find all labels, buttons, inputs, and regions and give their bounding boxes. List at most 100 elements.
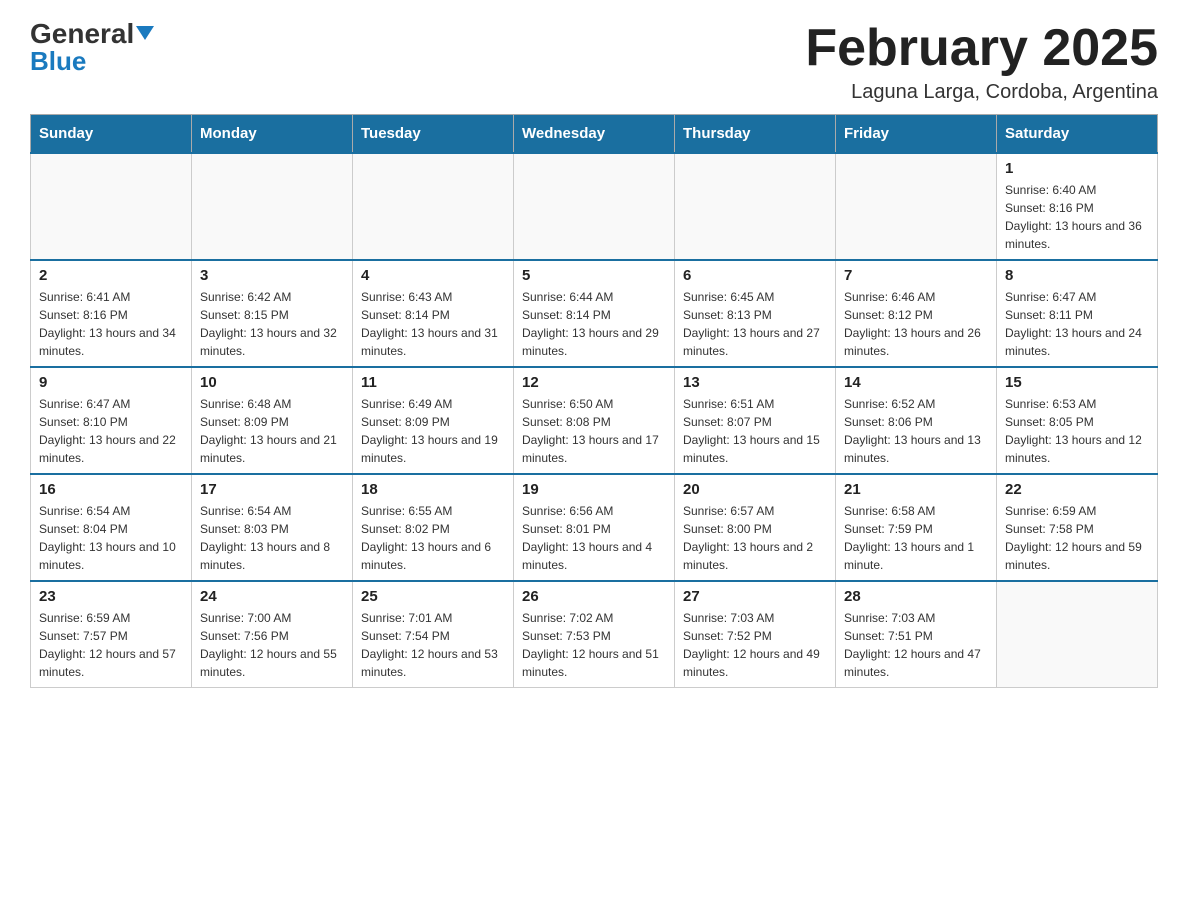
day-number: 26 — [522, 588, 666, 605]
day-info: Sunrise: 7:00 AM Sunset: 7:56 PM Dayligh… — [200, 609, 344, 681]
day-number: 21 — [844, 481, 988, 498]
calendar-cell: 25 Sunrise: 7:01 AM Sunset: 7:54 PM Dayli… — [353, 581, 514, 688]
day-info: Sunrise: 7:01 AM Sunset: 7:54 PM Dayligh… — [361, 609, 505, 681]
day-number: 1 — [1005, 160, 1149, 177]
logo-triangle-icon — [136, 26, 154, 40]
calendar-cell: 27Sunrise: 7:03 AM Sunset: 7:52 PM Dayli… — [675, 581, 836, 688]
calendar-cell: 19 Sunrise: 6:56 AM Sunset: 8:01 PM Dayli… — [514, 474, 675, 581]
logo-blue: Blue — [30, 46, 86, 77]
calendar-week-5: 23 Sunrise: 6:59 AM Sunset: 7:57 PM Dayli… — [31, 581, 1158, 688]
title-block: February 2025 Laguna Larga, Cordoba, Arg… — [805, 20, 1158, 104]
calendar-week-3: 9 Sunrise: 6:47 AM Sunset: 8:10 PM Daylig… — [31, 367, 1158, 474]
calendar-cell: 18 Sunrise: 6:55 AM Sunset: 8:02 PM Dayli… — [353, 474, 514, 581]
calendar-cell: 20Sunrise: 6:57 AM Sunset: 8:00 PM Dayli… — [675, 474, 836, 581]
day-info: Sunrise: 6:45 AM Sunset: 8:13 PM Dayligh… — [683, 288, 827, 360]
header-sunday: Sunday — [31, 115, 192, 154]
header-monday: Monday — [192, 115, 353, 154]
day-number: 17 — [200, 481, 344, 498]
day-number: 10 — [200, 374, 344, 391]
day-info: Sunrise: 6:55 AM Sunset: 8:02 PM Dayligh… — [361, 502, 505, 574]
day-number: 4 — [361, 267, 505, 284]
calendar-cell: 8 Sunrise: 6:47 AM Sunset: 8:11 PM Daylig… — [997, 260, 1158, 367]
calendar-cell: 14Sunrise: 6:52 AM Sunset: 8:06 PM Dayli… — [836, 367, 997, 474]
day-info: Sunrise: 6:58 AM Sunset: 7:59 PM Dayligh… — [844, 502, 988, 574]
calendar-cell: 23 Sunrise: 6:59 AM Sunset: 7:57 PM Dayli… — [31, 581, 192, 688]
calendar-cell: 24 Sunrise: 7:00 AM Sunset: 7:56 PM Dayli… — [192, 581, 353, 688]
day-number: 28 — [844, 588, 988, 605]
calendar-cell: 2 Sunrise: 6:41 AM Sunset: 8:16 PM Daylig… — [31, 260, 192, 367]
day-number: 16 — [39, 481, 183, 498]
day-number: 7 — [844, 267, 988, 284]
calendar-cell — [31, 153, 192, 260]
day-info: Sunrise: 6:50 AM Sunset: 8:08 PM Dayligh… — [522, 395, 666, 467]
calendar-title: February 2025 — [805, 20, 1158, 77]
day-info: Sunrise: 6:59 AM Sunset: 7:57 PM Dayligh… — [39, 609, 183, 681]
calendar-cell: 12 Sunrise: 6:50 AM Sunset: 8:08 PM Dayli… — [514, 367, 675, 474]
day-number: 24 — [200, 588, 344, 605]
day-info: Sunrise: 6:52 AM Sunset: 8:06 PM Dayligh… — [844, 395, 988, 467]
day-number: 20 — [683, 481, 827, 498]
calendar-cell: 4 Sunrise: 6:43 AM Sunset: 8:14 PM Daylig… — [353, 260, 514, 367]
header-friday: Friday — [836, 115, 997, 154]
calendar-cell: 5Sunrise: 6:44 AM Sunset: 8:14 PM Daylig… — [514, 260, 675, 367]
calendar-cell: 26Sunrise: 7:02 AM Sunset: 7:53 PM Dayli… — [514, 581, 675, 688]
calendar-cell: 10Sunrise: 6:48 AM Sunset: 8:09 PM Dayli… — [192, 367, 353, 474]
calendar-cell: 21 Sunrise: 6:58 AM Sunset: 7:59 PM Dayli… — [836, 474, 997, 581]
day-info: Sunrise: 6:49 AM Sunset: 8:09 PM Dayligh… — [361, 395, 505, 467]
calendar-week-1: 1Sunrise: 6:40 AM Sunset: 8:16 PM Daylig… — [31, 153, 1158, 260]
day-number: 22 — [1005, 481, 1149, 498]
calendar-week-4: 16 Sunrise: 6:54 AM Sunset: 8:04 PM Dayli… — [31, 474, 1158, 581]
day-number: 2 — [39, 267, 183, 284]
day-info: Sunrise: 6:51 AM Sunset: 8:07 PM Dayligh… — [683, 395, 827, 467]
day-number: 3 — [200, 267, 344, 284]
calendar-cell — [997, 581, 1158, 688]
day-number: 27 — [683, 588, 827, 605]
calendar-cell — [353, 153, 514, 260]
calendar-cell: 17 Sunrise: 6:54 AM Sunset: 8:03 PM Dayli… — [192, 474, 353, 581]
header-thursday: Thursday — [675, 115, 836, 154]
day-info: Sunrise: 6:43 AM Sunset: 8:14 PM Dayligh… — [361, 288, 505, 360]
calendar-cell: 28 Sunrise: 7:03 AM Sunset: 7:51 PM Dayli… — [836, 581, 997, 688]
day-number: 25 — [361, 588, 505, 605]
header-wednesday: Wednesday — [514, 115, 675, 154]
day-info: Sunrise: 6:46 AM Sunset: 8:12 PM Dayligh… — [844, 288, 988, 360]
calendar-cell — [836, 153, 997, 260]
day-info: Sunrise: 7:03 AM Sunset: 7:51 PM Dayligh… — [844, 609, 988, 681]
header-saturday: Saturday — [997, 115, 1158, 154]
day-info: Sunrise: 6:54 AM Sunset: 8:04 PM Dayligh… — [39, 502, 183, 574]
day-number: 19 — [522, 481, 666, 498]
calendar-cell: 15 Sunrise: 6:53 AM Sunset: 8:05 PM Dayli… — [997, 367, 1158, 474]
calendar-subtitle: Laguna Larga, Cordoba, Argentina — [805, 81, 1158, 104]
calendar-cell: 13Sunrise: 6:51 AM Sunset: 8:07 PM Dayli… — [675, 367, 836, 474]
day-info: Sunrise: 6:44 AM Sunset: 8:14 PM Dayligh… — [522, 288, 666, 360]
header-tuesday: Tuesday — [353, 115, 514, 154]
calendar-cell: 9 Sunrise: 6:47 AM Sunset: 8:10 PM Daylig… — [31, 367, 192, 474]
day-number: 8 — [1005, 267, 1149, 284]
calendar-cell: 22 Sunrise: 6:59 AM Sunset: 7:58 PM Dayli… — [997, 474, 1158, 581]
calendar-cell: 3 Sunrise: 6:42 AM Sunset: 8:15 PM Daylig… — [192, 260, 353, 367]
calendar-cell: 1Sunrise: 6:40 AM Sunset: 8:16 PM Daylig… — [997, 153, 1158, 260]
day-number: 23 — [39, 588, 183, 605]
day-number: 6 — [683, 267, 827, 284]
day-info: Sunrise: 6:53 AM Sunset: 8:05 PM Dayligh… — [1005, 395, 1149, 467]
day-number: 15 — [1005, 374, 1149, 391]
day-number: 9 — [39, 374, 183, 391]
day-info: Sunrise: 6:47 AM Sunset: 8:10 PM Dayligh… — [39, 395, 183, 467]
day-info: Sunrise: 6:54 AM Sunset: 8:03 PM Dayligh… — [200, 502, 344, 574]
calendar-header-row: SundayMondayTuesdayWednesdayThursdayFrid… — [31, 115, 1158, 154]
calendar-cell: 16 Sunrise: 6:54 AM Sunset: 8:04 PM Dayli… — [31, 474, 192, 581]
page-header: General Blue February 2025 Laguna Larga,… — [30, 20, 1158, 104]
calendar-week-2: 2 Sunrise: 6:41 AM Sunset: 8:16 PM Daylig… — [31, 260, 1158, 367]
day-info: Sunrise: 6:41 AM Sunset: 8:16 PM Dayligh… — [39, 288, 183, 360]
day-info: Sunrise: 6:42 AM Sunset: 8:15 PM Dayligh… — [200, 288, 344, 360]
calendar-cell: 11 Sunrise: 6:49 AM Sunset: 8:09 PM Dayli… — [353, 367, 514, 474]
day-number: 18 — [361, 481, 505, 498]
day-number: 11 — [361, 374, 505, 391]
day-info: Sunrise: 6:56 AM Sunset: 8:01 PM Dayligh… — [522, 502, 666, 574]
logo-general: General — [30, 20, 154, 48]
day-info: Sunrise: 6:59 AM Sunset: 7:58 PM Dayligh… — [1005, 502, 1149, 574]
day-info: Sunrise: 6:47 AM Sunset: 8:11 PM Dayligh… — [1005, 288, 1149, 360]
calendar-cell — [675, 153, 836, 260]
logo: General Blue — [30, 20, 154, 77]
day-number: 12 — [522, 374, 666, 391]
